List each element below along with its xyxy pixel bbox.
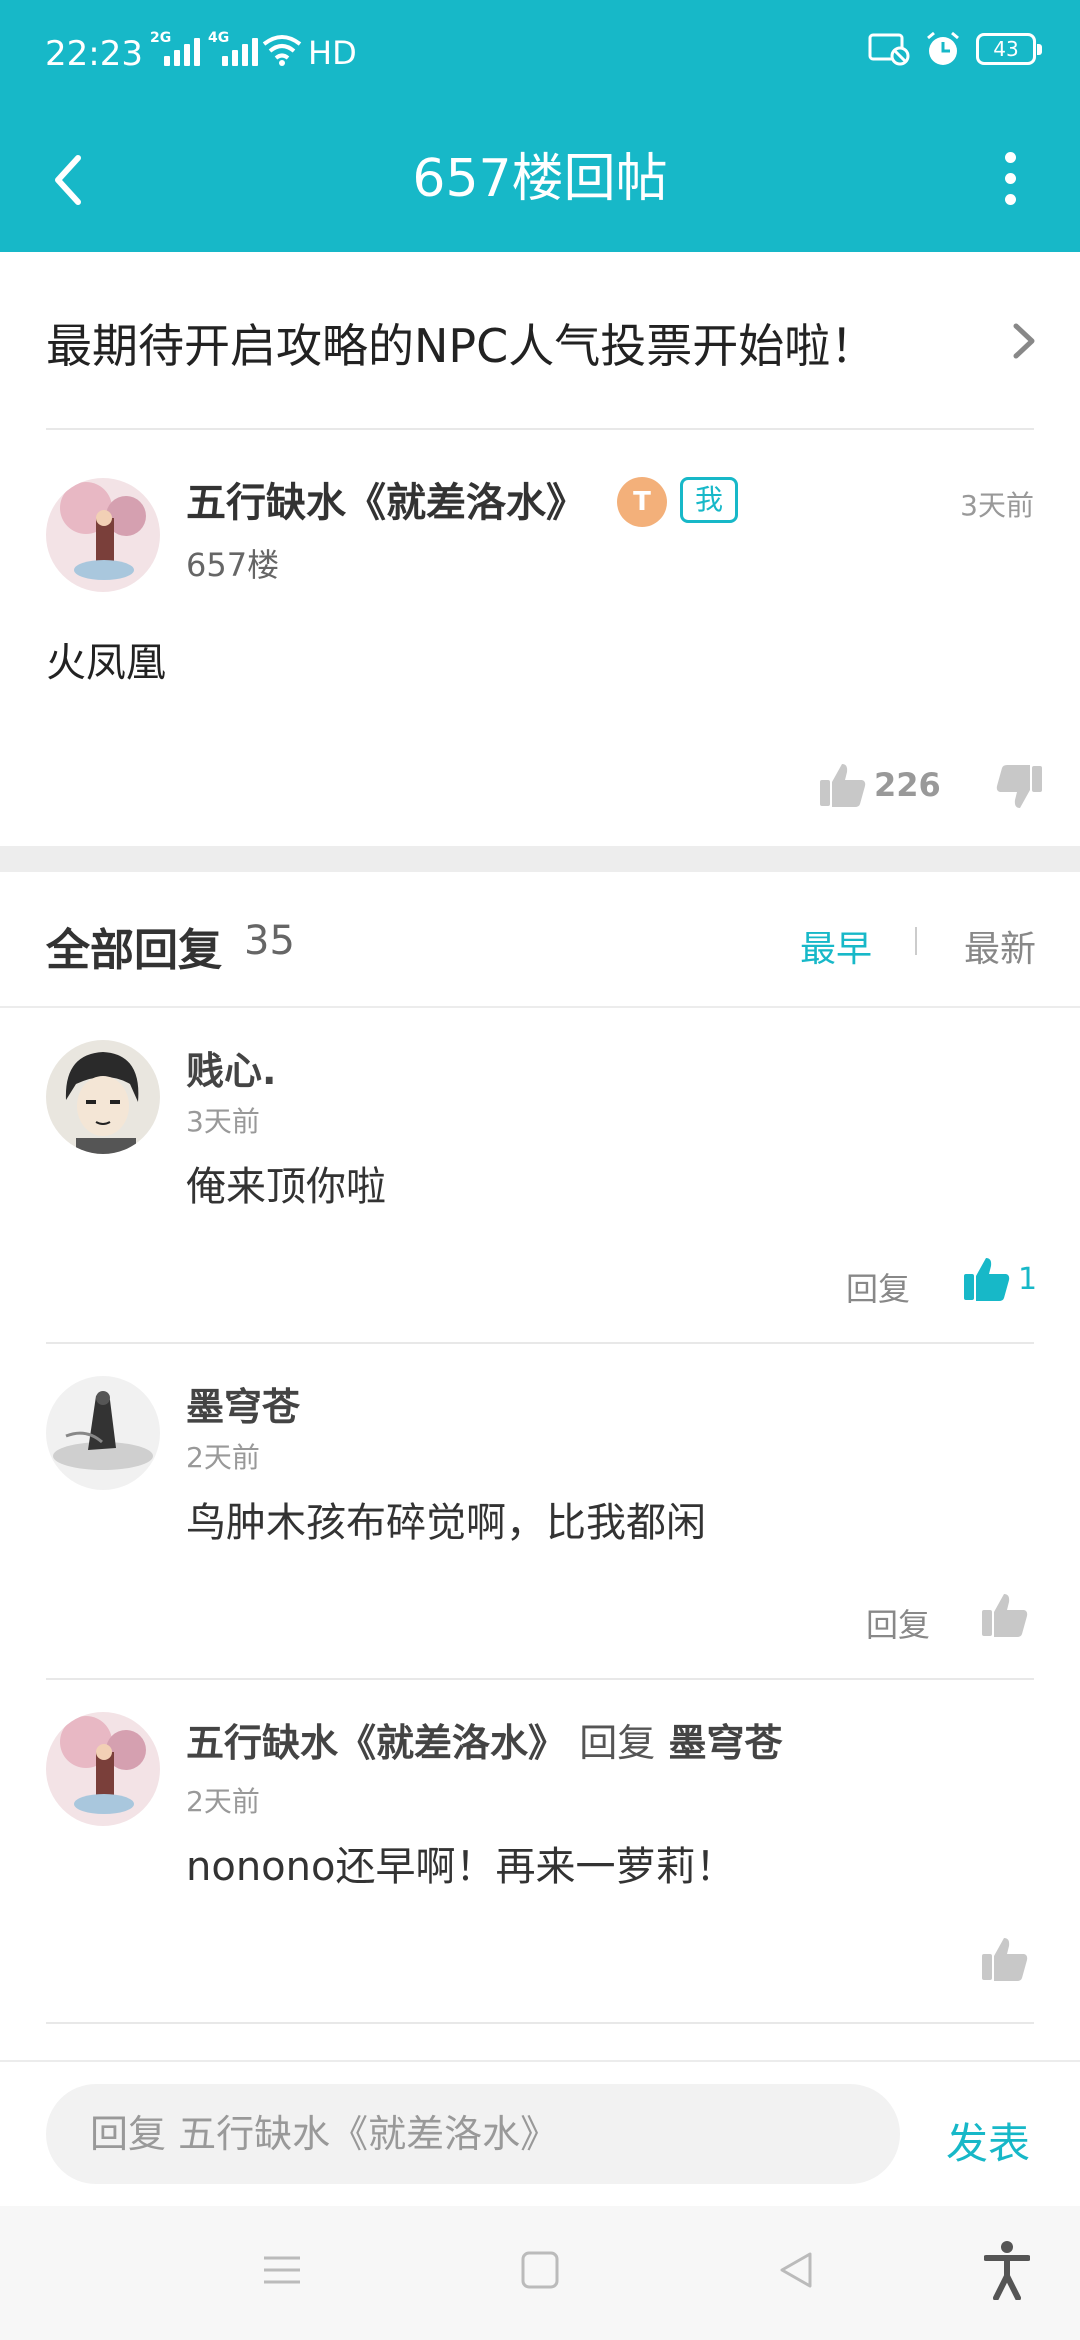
- level-badge: T: [617, 477, 667, 527]
- reply-text: nonono还早啊！再来一萝莉！: [186, 1844, 736, 1890]
- replies-title: 全部回复: [46, 925, 222, 976]
- post-floor: 657楼: [186, 546, 280, 584]
- thumbs-up-icon: [982, 1594, 1028, 1637]
- post-like-count: 226: [874, 766, 941, 804]
- avatar-image: [46, 1040, 160, 1154]
- reply-like-count: 1: [1018, 1261, 1038, 1297]
- sort-latest-tab[interactable]: 最新: [964, 920, 1036, 972]
- more-dot-icon: [1004, 172, 1016, 184]
- reply-button[interactable]: 回复: [866, 1600, 930, 1646]
- more-options-button[interactable]: [980, 138, 1040, 218]
- signal-icon: [164, 36, 200, 66]
- divider: [46, 2022, 1034, 2024]
- header-bar: 22:23 2G 4G HD 43 657楼回帖: [0, 0, 1080, 252]
- replies-count: 35: [244, 918, 295, 964]
- divider: [46, 428, 1034, 430]
- reply-like-button[interactable]: [980, 1590, 1030, 1640]
- nav-bar: 657楼回帖: [0, 108, 1080, 252]
- system-nav-bar: [0, 2206, 1080, 2340]
- more-dot-icon: [1004, 151, 1016, 163]
- sort-earliest-tab[interactable]: 最早: [800, 920, 872, 972]
- replies-header: 全部回复 35 最早 最新: [0, 872, 1080, 1008]
- status-time: 22:23: [45, 34, 143, 74]
- reply-avatar[interactable]: [46, 1376, 160, 1490]
- reply-avatar[interactable]: [46, 1712, 160, 1826]
- status-bar: 22:23 2G 4G HD 43: [0, 0, 1080, 108]
- battery-icon: 43: [976, 33, 1042, 65]
- reply-like-button[interactable]: [980, 1934, 1030, 1984]
- reply-author-name[interactable]: 五行缺水《就差洛水》: [186, 1721, 566, 1765]
- thumbs-up-icon: [982, 1938, 1028, 1981]
- chevron-right-icon: [1013, 323, 1035, 359]
- post-like-button[interactable]: 226: [818, 760, 941, 810]
- reply-text: 鸟肿木孩布碎觉啊，比我都闲: [186, 1500, 706, 1546]
- menu-icon[interactable]: [262, 2250, 302, 2290]
- announcement-text: 最期待开启攻略的NPC人气投票开始啦！: [46, 319, 877, 373]
- thumbs-up-icon: [820, 764, 866, 807]
- post-dislike-button[interactable]: [994, 762, 1044, 816]
- wifi-icon: [262, 35, 302, 66]
- avatar-image: [46, 1712, 160, 1826]
- reply-author-line: 五行缺水《就差洛水》 回复 墨穹苍: [186, 1712, 783, 1767]
- reply-button[interactable]: 回复: [846, 1264, 910, 1310]
- thumbs-down-icon: [996, 765, 1042, 808]
- hd-indicator: HD: [308, 34, 357, 72]
- avatar-image: [46, 478, 160, 592]
- reply-to-label: 回复: [579, 1721, 656, 1765]
- reply-time: 2天前: [186, 1441, 260, 1474]
- reply-avatar[interactable]: [46, 1040, 160, 1154]
- page-title: 657楼回帖: [412, 149, 668, 209]
- reply-time: 3天前: [186, 1105, 260, 1138]
- reply-input[interactable]: [46, 2084, 900, 2184]
- me-badge: 我: [680, 477, 738, 523]
- post-time: 3天前: [960, 489, 1034, 522]
- signal-icon-2: [222, 36, 258, 66]
- status-right: 43: [868, 30, 1042, 68]
- alarm-icon: [927, 31, 959, 65]
- divider: [46, 1342, 1034, 1344]
- more-dot-icon: [1004, 193, 1016, 205]
- reply-author-name[interactable]: 墨穹苍: [186, 1376, 300, 1431]
- thumbs-up-icon: [964, 1258, 1010, 1301]
- post-author-avatar[interactable]: [46, 478, 160, 592]
- announcement-banner[interactable]: 最期待开启攻略的NPC人气投票开始啦！: [0, 252, 1080, 430]
- reply-time: 2天前: [186, 1785, 260, 1818]
- cast-icon: [868, 33, 910, 66]
- post-author-name[interactable]: 五行缺水《就差洛水》: [186, 470, 586, 528]
- reply-author-name[interactable]: 贱心.: [186, 1040, 276, 1095]
- divider: [46, 1678, 1034, 1680]
- accessibility-icon[interactable]: [984, 2240, 1030, 2300]
- back-triangle-icon[interactable]: [776, 2250, 816, 2290]
- avatar-image: [46, 1376, 160, 1490]
- sort-separator: [915, 927, 917, 955]
- post-body: 火凤凰: [46, 640, 166, 686]
- section-gap: [0, 846, 1080, 872]
- reply-text: 俺来顶你啦: [186, 1164, 386, 1210]
- reply-composer: 发表: [0, 2060, 1080, 2206]
- send-button[interactable]: 发表: [946, 2110, 1030, 2171]
- reply-like-button[interactable]: 1: [962, 1254, 1037, 1304]
- home-icon[interactable]: [520, 2250, 560, 2290]
- reply-to-name[interactable]: 墨穹苍: [669, 1721, 783, 1765]
